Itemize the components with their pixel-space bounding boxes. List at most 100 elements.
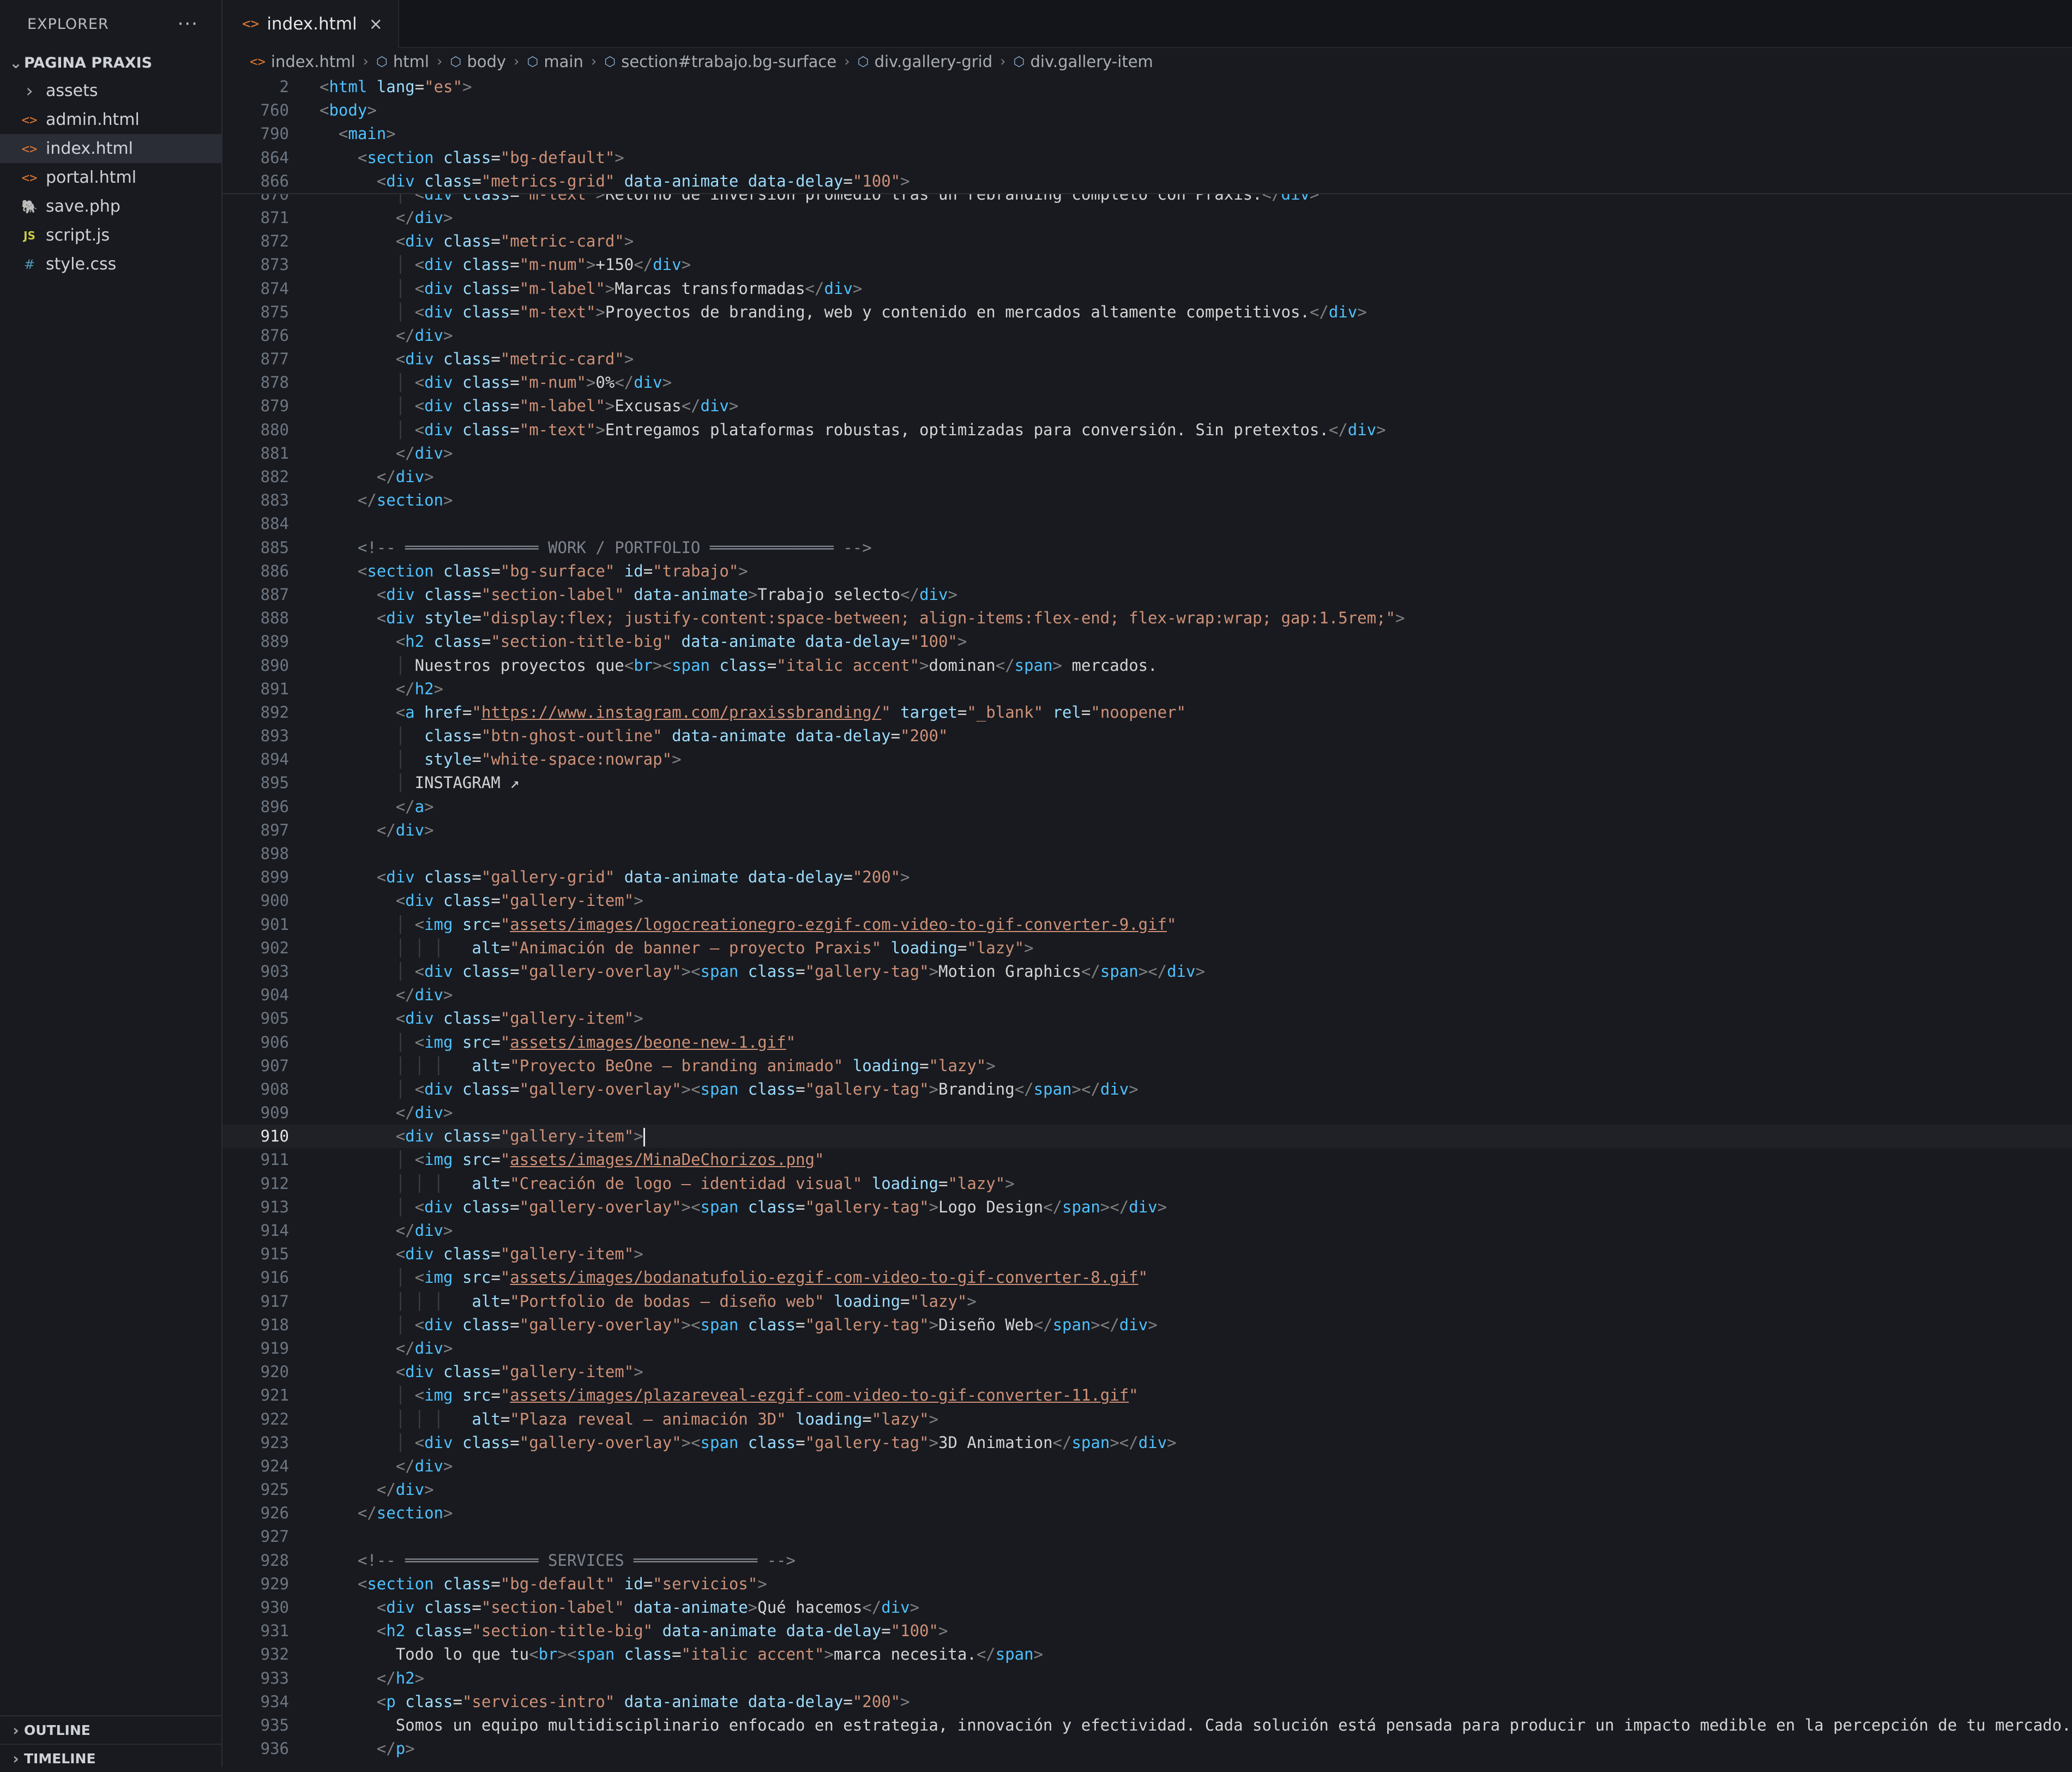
breadcrumb-item[interactable]: ⬡ div.gallery-item [1014, 52, 1153, 71]
code-line[interactable]: 879 │ <div class="m-label">Excusas</div> [222, 394, 2072, 418]
code-line[interactable]: 907 │ │ │ alt="Proyecto BeOne — branding… [222, 1054, 2072, 1078]
code-line[interactable]: 914 </div> [222, 1219, 2072, 1242]
code-line[interactable]: 910 <div class="gallery-item"> [222, 1125, 2072, 1149]
code-line[interactable]: 920 <div class="gallery-item"> [222, 1360, 2072, 1384]
code-line[interactable]: 881 </div> [222, 442, 2072, 465]
code-line[interactable]: 885 <!-- ══════════════ WORK / PORTFOLIO… [222, 536, 2072, 560]
code-line[interactable]: 925 </div> [222, 1478, 2072, 1501]
file-item-assets[interactable]: › assets [0, 76, 221, 105]
code-line[interactable]: 929 <section class="bg-default" id="serv… [222, 1572, 2072, 1596]
breadcrumb-item[interactable]: ⬡ html [376, 52, 429, 71]
code-line[interactable]: 923 │ <div class="gallery-overlay"><span… [222, 1431, 2072, 1455]
code-lines[interactable]: 871 </div> 872 <div class="metric-card"> 8… [222, 206, 2072, 1761]
code-line[interactable]: 904 </div> [222, 983, 2072, 1007]
file-item-portal-html[interactable]: <> portal.html [0, 163, 221, 192]
code-line[interactable]: 932 Todo lo que tu<br><span class="itali… [222, 1643, 2072, 1666]
file-item-script-js[interactable]: JS script.js [0, 221, 221, 250]
code-line[interactable]: 877 <div class="metric-card"> [222, 347, 2072, 371]
more-actions-icon[interactable]: ··· [178, 13, 198, 35]
outline-panel-header[interactable]: › OUTLINE [0, 1715, 221, 1744]
breadcrumb-item[interactable]: <> index.html [250, 52, 356, 71]
file-item-save-php[interactable]: 🐘 save.php [0, 192, 221, 221]
code-line[interactable]: 891 </h2> [222, 677, 2072, 701]
file-item-admin-html[interactable]: <> admin.html [0, 105, 221, 134]
code-editor[interactable]: 2 <html lang="es"> 760 <body> 790 <main> 864 … [222, 75, 2072, 1761]
code-line[interactable]: 918 │ <div class="gallery-overlay"><span… [222, 1313, 2072, 1337]
code-line[interactable]: 911 │ <img src="assets/images/MinaDeChor… [222, 1148, 2072, 1172]
code-line[interactable]: 915 <div class="gallery-item"> [222, 1242, 2072, 1266]
sticky-scroll-header[interactable]: 2 <html lang="es"> 760 <body> 790 <main> 864 … [222, 75, 2072, 194]
code-line[interactable]: 893 │ class="btn-ghost-outline" data-ani… [222, 724, 2072, 748]
code-line[interactable]: 926 </section> [222, 1501, 2072, 1525]
file-item-style-css[interactable]: # style.css [0, 250, 221, 279]
code-line[interactable]: 888 <div style="display:flex; justify-co… [222, 606, 2072, 630]
code-line[interactable]: 875 │ <div class="m-text">Proyectos de b… [222, 301, 2072, 324]
code-line[interactable]: 889 <h2 class="section-title-big" data-a… [222, 630, 2072, 653]
code-line[interactable]: 913 │ <div class="gallery-overlay"><span… [222, 1196, 2072, 1219]
code-line[interactable]: 896 </a> [222, 795, 2072, 819]
file-tree: › assets <> admin.html <> index.html <> portal.… [0, 76, 221, 279]
breadcrumb-item[interactable]: ⬡ body [450, 52, 506, 71]
code-line-partial[interactable]: 870 │ <div class="m-text">Retorno de inv… [222, 194, 2072, 206]
breadcrumb-item[interactable]: ⬡ main [527, 52, 583, 71]
code-line[interactable]: 899 <div class="gallery-grid" data-anima… [222, 866, 2072, 889]
code-line[interactable]: 905 <div class="gallery-item"> [222, 1007, 2072, 1030]
code-line[interactable]: 873 │ <div class="m-num">+150</div> [222, 253, 2072, 277]
code-line[interactable]: 931 <h2 class="section-title-big" data-a… [222, 1619, 2072, 1643]
timeline-panel-header[interactable]: › TIMELINE [0, 1744, 221, 1772]
code-line[interactable]: 887 <div class="section-label" data-anim… [222, 583, 2072, 606]
code-line[interactable]: 883 </section> [222, 489, 2072, 512]
code-line[interactable]: 760 <body> [222, 99, 2072, 122]
code-line[interactable]: 927 [222, 1525, 2072, 1548]
code-line[interactable]: 878 │ <div class="m-num">0%</div> [222, 371, 2072, 394]
code-text: │ INSTAGRAM ↗ [395, 773, 520, 792]
code-line[interactable]: 871 </div> [222, 206, 2072, 230]
code-line[interactable]: 872 <div class="metric-card"> [222, 230, 2072, 253]
code-line[interactable]: 892 <a href="https://www.instagram.com/p… [222, 701, 2072, 724]
code-line[interactable]: 894 │ style="white-space:nowrap"> [222, 748, 2072, 771]
close-icon[interactable]: × [369, 15, 383, 34]
code-line[interactable]: 2 <html lang="es"> [222, 75, 2072, 99]
code-line[interactable]: 864 <section class="bg-default"> [222, 146, 2072, 170]
code-line[interactable]: 876 </div> [222, 324, 2072, 347]
breadcrumb-item[interactable]: ⬡ div.gallery-grid [858, 52, 993, 71]
code-line[interactable]: 935 Somos un equipo multidisciplinario e… [222, 1714, 2072, 1737]
tab-index-html[interactable]: <> index.html × [222, 0, 399, 48]
code-line[interactable]: 919 </div> [222, 1337, 2072, 1360]
code-line[interactable]: 902 │ │ │ alt="Animación de banner — pro… [222, 936, 2072, 960]
code-line[interactable]: 884 [222, 512, 2072, 536]
code-line[interactable]: 909 </div> [222, 1101, 2072, 1125]
code-line[interactable]: 900 <div class="gallery-item"> [222, 889, 2072, 912]
code-line[interactable]: 934 <p class="services-intro" data-anima… [222, 1690, 2072, 1714]
code-line[interactable]: 906 │ <img src="assets/images/beone-new-… [222, 1031, 2072, 1054]
code-line[interactable]: 908 │ <div class="gallery-overlay"><span… [222, 1078, 2072, 1101]
code-line[interactable]: 880 │ <div class="m-text">Entregamos pla… [222, 418, 2072, 442]
code-line[interactable]: 917 │ │ │ alt="Portfolio de bodas — dise… [222, 1290, 2072, 1313]
code-line[interactable]: 912 │ │ │ alt="Creación de logo — identi… [222, 1172, 2072, 1196]
project-folder-header[interactable]: ⌄ PAGINA PRAXIS [0, 49, 221, 76]
breadcrumb-item[interactable]: ⬡ section#trabajo.bg-surface [604, 52, 836, 71]
code-line[interactable]: 936 </p> [222, 1737, 2072, 1761]
code-line[interactable]: 916 │ <img src="assets/images/bodanatufo… [222, 1266, 2072, 1289]
code-line[interactable]: 895 │ INSTAGRAM ↗ [222, 771, 2072, 795]
code-line[interactable]: 930 <div class="section-label" data-anim… [222, 1596, 2072, 1619]
code-line[interactable]: 874 │ <div class="m-label">Marcas transf… [222, 277, 2072, 301]
code-line[interactable]: 922 │ │ │ alt="Plaza reveal — animación … [222, 1408, 2072, 1431]
code-line[interactable]: 897 </div> [222, 819, 2072, 842]
code-line[interactable]: 921 │ <img src="assets/images/plazarevea… [222, 1384, 2072, 1407]
code-line[interactable]: 901 │ <img src="assets/images/logocreati… [222, 913, 2072, 936]
line-number: 905 [260, 1009, 289, 1028]
code-line[interactable]: 933 </h2> [222, 1667, 2072, 1690]
code-line[interactable]: 898 [222, 842, 2072, 866]
code-line[interactable]: 886 <section class="bg-surface" id="trab… [222, 560, 2072, 583]
code-line[interactable]: 790 <main> [222, 122, 2072, 146]
code-line[interactable]: 924 </div> [222, 1455, 2072, 1478]
code-line[interactable]: 866 <div class="metrics-grid" data-anima… [222, 170, 2072, 193]
element-icon: ⬡ [857, 54, 869, 69]
code-line[interactable]: 890 │ Nuestros proyectos que<br><span cl… [222, 654, 2072, 677]
file-item-index-html[interactable]: <> index.html [0, 134, 221, 163]
code-line[interactable]: 903 │ <div class="gallery-overlay"><span… [222, 960, 2072, 983]
code-line[interactable]: 870 │ <div class="m-text">Retorno de inv… [222, 194, 2072, 206]
code-line[interactable]: 928 <!-- ══════════════ SERVICES ═══════… [222, 1549, 2072, 1572]
code-line[interactable]: 882 </div> [222, 465, 2072, 489]
